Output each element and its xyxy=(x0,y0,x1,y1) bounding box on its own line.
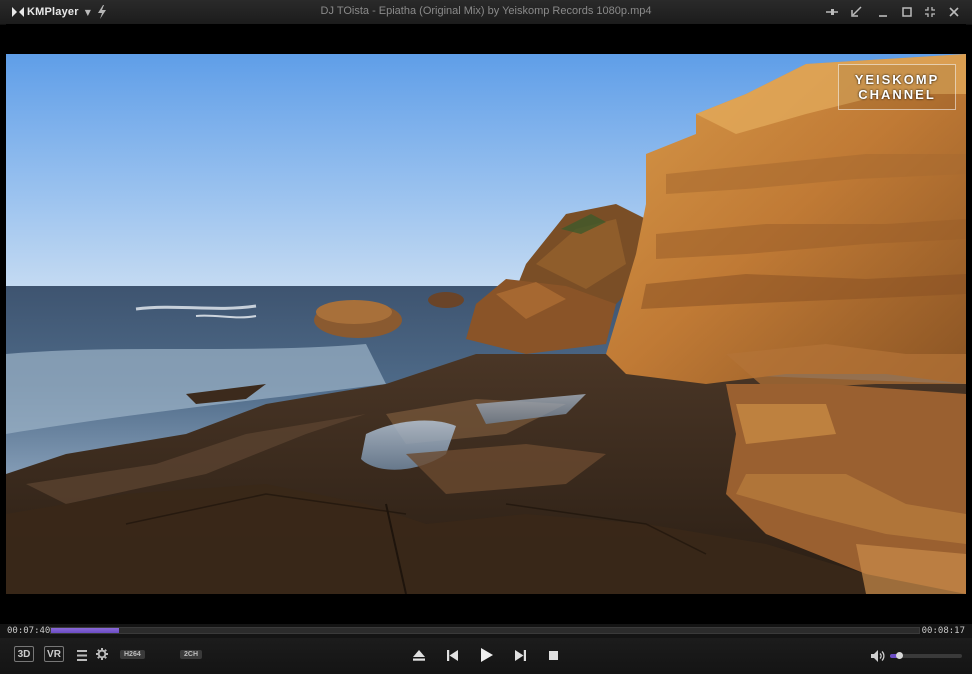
mute-button[interactable] xyxy=(870,649,886,663)
volume-control xyxy=(870,647,965,665)
volume-slider[interactable] xyxy=(890,652,962,659)
control-bar: 3D VR H264 2CH xyxy=(0,638,972,674)
play-icon xyxy=(481,648,493,662)
3d-button[interactable]: 3D xyxy=(14,646,34,662)
seek-progress xyxy=(51,628,119,633)
kmplayer-logo-icon xyxy=(12,7,24,17)
video-frame[interactable]: YEISKOMP CHANNEL xyxy=(6,54,966,594)
watermark-line1: YEISKOMP xyxy=(854,72,940,87)
seek-bar[interactable] xyxy=(50,627,920,634)
current-time: 00:07:40 xyxy=(7,626,51,636)
stop-button[interactable] xyxy=(544,646,562,664)
stop-icon xyxy=(548,650,558,660)
total-time: 00:08:17 xyxy=(921,626,965,636)
playlist-icon xyxy=(77,649,87,661)
minimize-icon xyxy=(879,15,887,17)
play-button[interactable] xyxy=(477,645,497,665)
chevron-down-icon: ▼ xyxy=(84,7,91,17)
pin-button[interactable] xyxy=(824,4,840,20)
eject-button[interactable] xyxy=(410,646,428,664)
app-name: KMPlayer xyxy=(27,6,79,18)
compact-mode-icon xyxy=(851,6,862,17)
compact-mode-button[interactable] xyxy=(848,4,864,20)
playlist-button[interactable] xyxy=(76,648,88,662)
close-icon xyxy=(949,7,959,17)
speaker-icon xyxy=(871,650,885,662)
maximize-icon xyxy=(902,7,912,17)
close-button[interactable] xyxy=(946,4,962,20)
eject-icon xyxy=(413,649,425,661)
pin-icon xyxy=(826,9,838,15)
next-icon xyxy=(514,649,526,661)
channel-watermark: YEISKOMP CHANNEL xyxy=(838,64,956,110)
watermark-line2: CHANNEL xyxy=(858,87,936,102)
gear-icon xyxy=(96,648,108,660)
fullscreen-button[interactable] xyxy=(922,4,938,20)
volume-knob[interactable] xyxy=(895,652,903,659)
settings-button[interactable] xyxy=(95,647,109,661)
seek-row: 00:07:40 00:08:17 xyxy=(0,624,972,638)
codec-badge[interactable]: H264 xyxy=(120,650,145,659)
audio-channels-badge[interactable]: 2CH xyxy=(180,650,203,659)
video-scene xyxy=(6,54,966,594)
previous-button[interactable] xyxy=(443,646,461,664)
next-button[interactable] xyxy=(511,646,529,664)
app-menu-button[interactable]: KMPlayer ▼ xyxy=(12,5,91,19)
vr-button[interactable]: VR xyxy=(44,646,64,662)
title-bar[interactable]: KMPlayer ▼ DJ TOista - Epiatha (Original… xyxy=(0,0,972,25)
video-area[interactable]: YEISKOMP CHANNEL xyxy=(6,24,966,624)
previous-icon xyxy=(446,649,458,661)
bolt-icon[interactable] xyxy=(96,5,108,19)
maximize-button[interactable] xyxy=(899,4,915,20)
window-title: DJ TOista - Epiatha (Original Mix) by Ye… xyxy=(320,5,652,17)
minimize-button[interactable] xyxy=(875,4,891,20)
fullscreen-icon xyxy=(925,7,935,17)
